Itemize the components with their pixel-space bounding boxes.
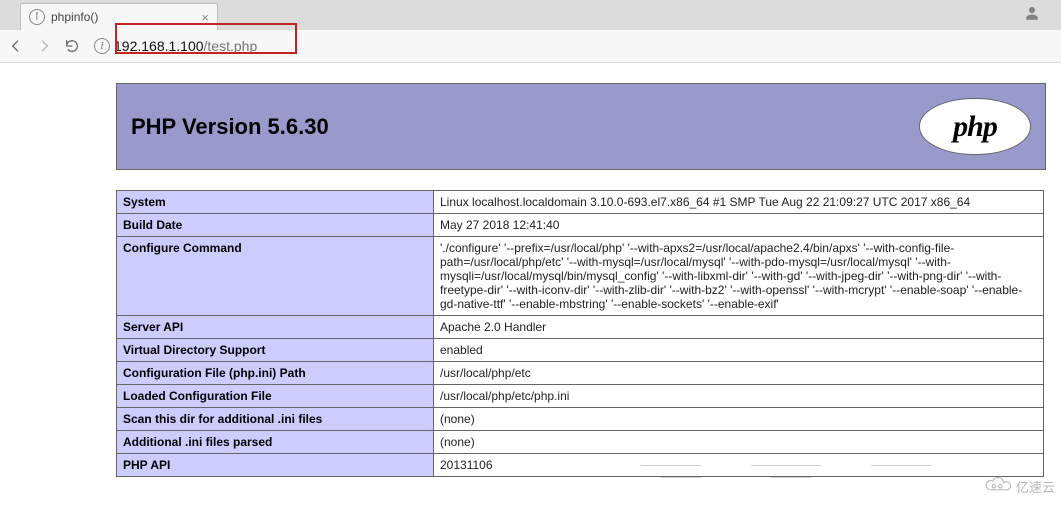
table-key: Configuration File (php.ini) Path — [117, 362, 434, 385]
table-key: Scan this dir for additional .ini files — [117, 408, 434, 431]
profile-avatar-icon[interactable] — [1023, 4, 1041, 25]
site-info-icon[interactable]: i — [94, 38, 110, 54]
forward-button[interactable] — [34, 36, 54, 56]
table-row: Additional .ini files parsed(none) — [117, 431, 1044, 454]
address-bar[interactable]: i 192.168.1.100/test.php — [94, 38, 257, 54]
table-value: (none) — [434, 408, 1044, 431]
table-row: PHP API20131106 — [117, 454, 1044, 477]
table-value: enabled — [434, 339, 1044, 362]
reload-button[interactable] — [62, 36, 82, 56]
table-row: Loaded Configuration File/usr/local/php/… — [117, 385, 1044, 408]
table-key: System — [117, 191, 434, 214]
table-value: Apache 2.0 Handler — [434, 316, 1044, 339]
table-key: PHP API — [117, 454, 434, 477]
watermark-text: 亿速云 — [1016, 477, 1055, 496]
watermark-cloud-icon — [984, 476, 1012, 497]
phpinfo-favicon-icon — [29, 9, 45, 25]
table-row: Virtual Directory Supportenabled — [117, 339, 1044, 362]
browser-toolbar: i 192.168.1.100/test.php — [0, 30, 1061, 63]
table-row: Scan this dir for additional .ini files(… — [117, 408, 1044, 431]
table-value: May 27 2018 12:41:40 — [434, 214, 1044, 237]
table-key: Configure Command — [117, 237, 434, 316]
php-logo-icon: php — [919, 98, 1031, 155]
table-key: Server API — [117, 316, 434, 339]
table-key: Build Date — [117, 214, 434, 237]
table-value: './configure' '--prefix=/usr/local/php' … — [434, 237, 1044, 316]
table-key: Additional .ini files parsed — [117, 431, 434, 454]
table-key: Virtual Directory Support — [117, 339, 434, 362]
table-row: Build DateMay 27 2018 12:41:40 — [117, 214, 1044, 237]
tab-strip: phpinfo() × — [0, 0, 1061, 30]
page-content: PHP Version 5.6.30 php SystemLinux local… — [0, 63, 1061, 477]
tab-title: phpinfo() — [51, 10, 98, 24]
browser-tab[interactable]: phpinfo() × — [20, 3, 218, 30]
table-row: Configuration File (php.ini) Path/usr/lo… — [117, 362, 1044, 385]
table-row: Server APIApache 2.0 Handler — [117, 316, 1044, 339]
url-text: 192.168.1.100/test.php — [114, 38, 257, 54]
phpinfo-table: SystemLinux localhost.localdomain 3.10.0… — [116, 190, 1044, 477]
php-header-block: PHP Version 5.6.30 php — [116, 83, 1046, 170]
table-value: (none) — [434, 431, 1044, 454]
tab-close-icon[interactable]: × — [201, 11, 209, 24]
table-value: Linux localhost.localdomain 3.10.0-693.e… — [434, 191, 1044, 214]
table-value: /usr/local/php/etc/php.ini — [434, 385, 1044, 408]
back-button[interactable] — [6, 36, 26, 56]
table-key: Loaded Configuration File — [117, 385, 434, 408]
table-value: 20131106 — [434, 454, 1044, 477]
table-row: SystemLinux localhost.localdomain 3.10.0… — [117, 191, 1044, 214]
table-value: /usr/local/php/etc — [434, 362, 1044, 385]
watermark: 亿速云 — [984, 476, 1055, 497]
table-row: Configure Command'./configure' '--prefix… — [117, 237, 1044, 316]
page-title: PHP Version 5.6.30 — [131, 114, 329, 140]
